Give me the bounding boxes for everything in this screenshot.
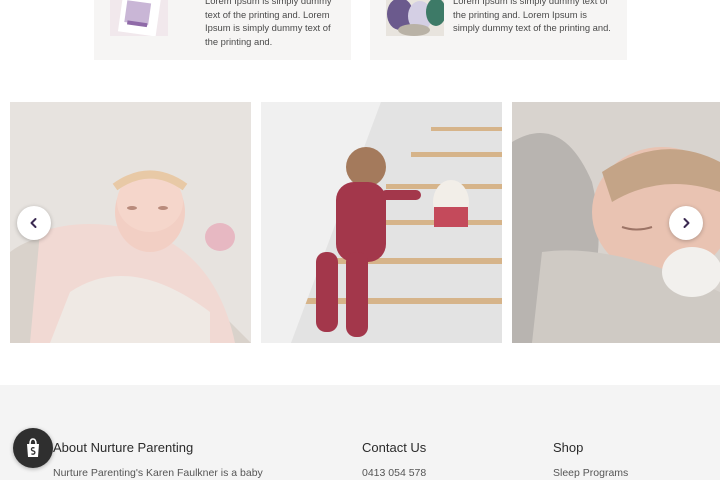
slide-toddler-stairs[interactable] xyxy=(261,102,502,343)
product-thumbnail[interactable] xyxy=(110,0,168,36)
product-thumbnail[interactable] xyxy=(386,0,444,36)
footer-about-text: Nurture Parenting's Karen Faulkner is a … xyxy=(53,467,263,479)
footer-shop-heading: Shop xyxy=(553,440,584,455)
product-description: Lorem Ipsum is simply dummy text of the … xyxy=(453,0,611,33)
footer-about-heading: About Nurture Parenting xyxy=(53,440,194,455)
product-description: Lorem Ipsum is simply dummy text of the … xyxy=(205,0,332,47)
footer-contact-heading: Contact Us xyxy=(362,440,427,455)
product-card[interactable]: Lorem Ipsum is simply dummy text of the … xyxy=(370,0,627,60)
site-footer: About Nurture Parenting Nurture Parentin… xyxy=(0,385,720,480)
product-card[interactable]: Lorem Ipsum is simply dummy text of the … xyxy=(94,0,351,60)
chevron-left-icon xyxy=(30,218,37,228)
chevron-right-icon xyxy=(683,218,690,228)
footer-phone-link[interactable]: 0413 054 578 xyxy=(362,467,426,479)
shopify-button[interactable] xyxy=(13,428,53,468)
shopify-bag-icon xyxy=(27,438,39,457)
footer-sleep-programs-link[interactable]: Sleep Programs xyxy=(553,467,628,479)
slider-next-button[interactable] xyxy=(669,206,703,240)
slider-prev-button[interactable] xyxy=(17,206,51,240)
